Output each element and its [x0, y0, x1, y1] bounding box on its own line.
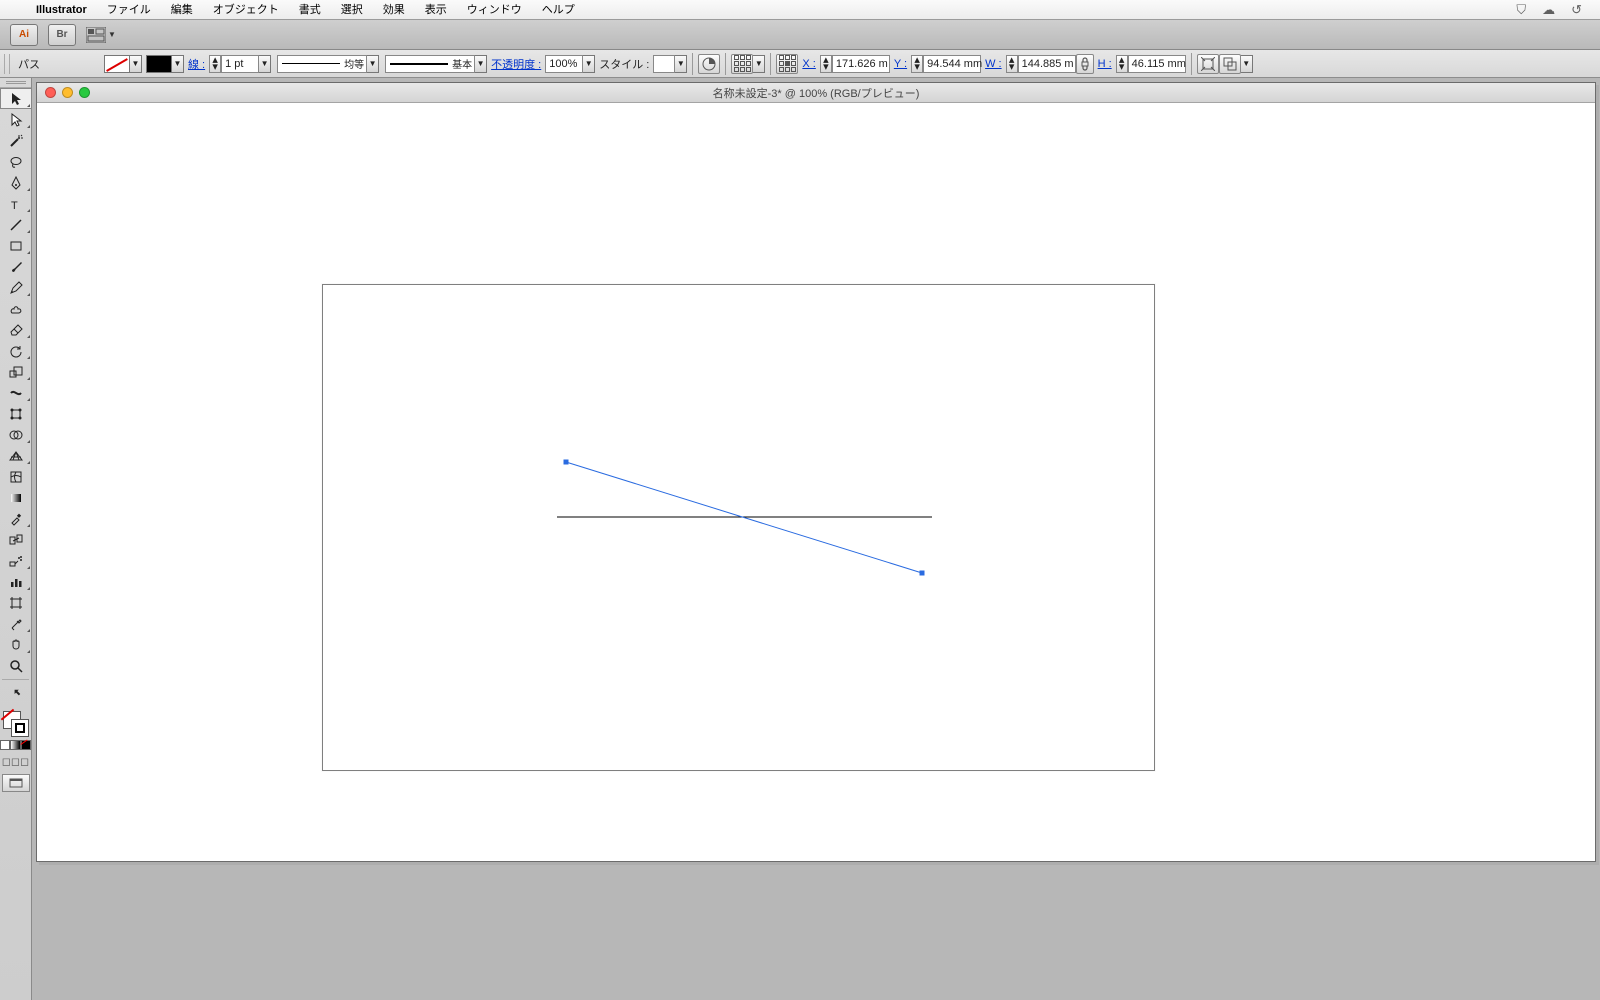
eyedropper-tool[interactable]: [0, 508, 32, 529]
opacity-field[interactable]: 100%▼: [545, 55, 595, 73]
fill-stroke-indicator[interactable]: [0, 708, 32, 740]
tools-panel-grip[interactable]: [0, 78, 31, 88]
mac-menu-bar: Illustrator ファイル 編集 オブジェクト 書式 選択 効果 表示 ウ…: [0, 0, 1600, 20]
brush-definition[interactable]: 基本▼: [385, 55, 487, 73]
hand-tool[interactable]: [0, 634, 32, 655]
edit-similar-button[interactable]: ▼: [1219, 54, 1253, 74]
isolate-object-button[interactable]: [1197, 54, 1219, 74]
y-field[interactable]: ▴▾94.544 mm: [911, 55, 981, 73]
svg-text:T: T: [11, 200, 18, 211]
toggle-fill-stroke[interactable]: [0, 683, 32, 704]
blend-tool[interactable]: [0, 529, 32, 550]
constrain-proportions-button[interactable]: [1076, 54, 1094, 74]
symbol-sprayer-tool[interactable]: [0, 550, 32, 571]
document-area: 名称未設定-3* @ 100% (RGB/プレビュー): [32, 78, 1600, 1000]
menu-edit[interactable]: 編集: [161, 0, 203, 20]
w-label[interactable]: W :: [981, 58, 1006, 70]
artboard-tool[interactable]: [0, 592, 32, 613]
stroke-weight-field[interactable]: ▴▾ 1 pt ▼: [209, 55, 271, 73]
menu-select[interactable]: 選択: [331, 0, 373, 20]
lasso-tool[interactable]: [0, 151, 32, 172]
status-cloud-icon[interactable]: ☁: [1534, 2, 1563, 18]
pen-tool[interactable]: [0, 172, 32, 193]
blob-brush-tool[interactable]: [0, 298, 32, 319]
selection-tool[interactable]: [0, 88, 32, 109]
document-titlebar[interactable]: 名称未設定-3* @ 100% (RGB/プレビュー): [37, 83, 1595, 103]
paintbrush-tool[interactable]: [0, 256, 32, 277]
slice-tool[interactable]: [0, 613, 32, 634]
document-window: 名称未設定-3* @ 100% (RGB/プレビュー): [36, 82, 1596, 862]
direct-selection-tool[interactable]: [0, 109, 32, 130]
magic-wand-tool[interactable]: [0, 130, 32, 151]
free-transform-tool[interactable]: [0, 403, 32, 424]
stroke-swatch[interactable]: ▼: [146, 55, 184, 73]
graphic-style[interactable]: ▼: [653, 55, 687, 73]
menu-effect[interactable]: 効果: [373, 0, 415, 20]
type-tool[interactable]: T: [0, 193, 32, 214]
fill-swatch[interactable]: ▼: [104, 55, 142, 73]
menu-window[interactable]: ウィンドウ: [457, 0, 532, 20]
opacity-panel-link[interactable]: 不透明度 :: [487, 56, 545, 72]
h-label[interactable]: H :: [1094, 58, 1116, 70]
control-bar-grip[interactable]: [4, 54, 10, 74]
screen-mode-button[interactable]: [2, 774, 30, 792]
selection-type-label: パス: [14, 56, 44, 72]
draw-mode-buttons[interactable]: ◻◻◻: [0, 752, 31, 770]
document-title: 名称未設定-3* @ 100% (RGB/プレビュー): [37, 85, 1595, 101]
arrange-documents-button[interactable]: ▼: [86, 27, 116, 43]
scale-tool[interactable]: [0, 361, 32, 382]
y-label[interactable]: Y :: [890, 58, 911, 70]
stroke-panel-link[interactable]: 線 :: [184, 56, 209, 72]
bridge-button[interactable]: Br: [48, 24, 76, 46]
menu-file[interactable]: ファイル: [97, 0, 161, 20]
anchor-point-end[interactable]: [920, 571, 925, 576]
gradient-tool[interactable]: [0, 487, 32, 508]
control-bar: パス ▼ ▼ 線 : ▴▾ 1 pt ▼ 均等▼ 基本▼ 不透明度 : 100%…: [0, 50, 1600, 78]
shape-builder-tool[interactable]: [0, 424, 32, 445]
canvas-svg: [37, 103, 1205, 821]
perspective-grid-tool[interactable]: [0, 445, 32, 466]
mesh-tool[interactable]: [0, 466, 32, 487]
menu-object[interactable]: オブジェクト: [203, 0, 289, 20]
line-segment-tool[interactable]: [0, 214, 32, 235]
eraser-tool[interactable]: [0, 319, 32, 340]
transform-reference-point[interactable]: [776, 54, 798, 74]
application-bar: Ai Br ▼: [0, 20, 1600, 50]
rectangle-tool[interactable]: [0, 235, 32, 256]
width-tool[interactable]: [0, 382, 32, 403]
recolor-artwork-button[interactable]: [698, 54, 720, 74]
menu-view[interactable]: 表示: [415, 0, 457, 20]
x-field[interactable]: ▴▾171.626 m: [820, 55, 890, 73]
menu-type[interactable]: 書式: [289, 0, 331, 20]
tools-panel: T ◻◻◻: [0, 78, 32, 1000]
illustrator-home-button[interactable]: Ai: [10, 24, 38, 46]
variable-width-profile[interactable]: 均等▼: [277, 55, 379, 73]
status-sync-icon[interactable]: ↺: [1563, 2, 1590, 18]
h-field[interactable]: ▴▾46.115 mm: [1116, 55, 1186, 73]
app-menu[interactable]: Illustrator: [26, 4, 97, 16]
x-label[interactable]: X :: [798, 58, 819, 70]
anchor-point-start[interactable]: [564, 460, 569, 465]
menu-help[interactable]: ヘルプ: [532, 0, 585, 20]
status-shield-icon[interactable]: ⛉: [1508, 2, 1534, 18]
align-to-button[interactable]: ▼: [731, 54, 765, 74]
rotate-tool[interactable]: [0, 340, 32, 361]
canvas[interactable]: [37, 103, 1595, 861]
color-mode-buttons[interactable]: [0, 740, 31, 752]
w-field[interactable]: ▴▾144.885 m: [1006, 55, 1076, 73]
pencil-tool[interactable]: [0, 277, 32, 298]
style-label: スタイル :: [595, 56, 653, 72]
column-graph-tool[interactable]: [0, 571, 32, 592]
zoom-tool[interactable]: [0, 655, 32, 676]
